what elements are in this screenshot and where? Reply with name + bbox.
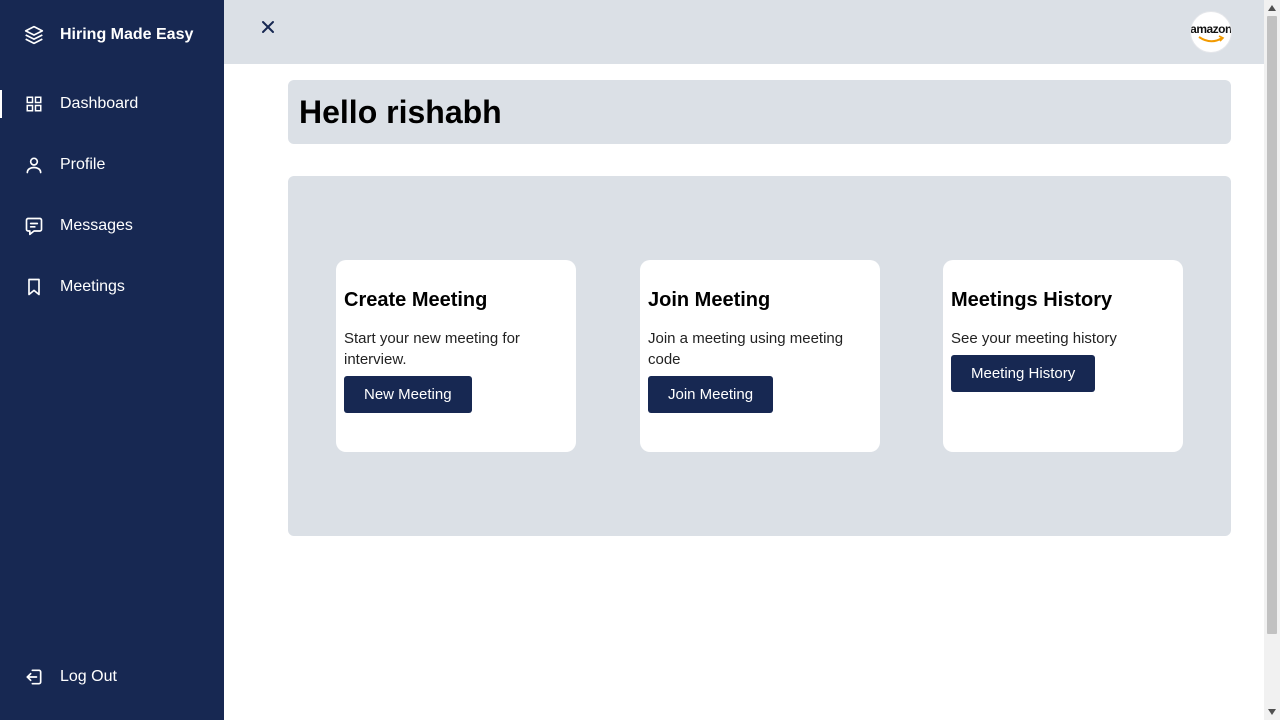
scroll-down-arrow-icon[interactable] xyxy=(1264,704,1280,720)
sidebar: Hiring Made Easy Dashboard Profile Messa… xyxy=(0,0,224,720)
card-title: Meetings History xyxy=(951,289,1113,311)
join-meeting-card: Join Meeting Join a meeting using meetin… xyxy=(640,260,880,452)
avatar[interactable]: amazon xyxy=(1190,11,1232,53)
scroll-thumb[interactable] xyxy=(1267,16,1277,634)
create-meeting-card: Create Meeting Start your new meeting fo… xyxy=(336,260,576,452)
sidebar-item-label: Messages xyxy=(60,217,133,234)
bookmark-icon xyxy=(24,277,44,297)
card-description: See your meeting history xyxy=(951,330,1117,347)
grid-icon xyxy=(24,94,44,114)
layers-icon xyxy=(24,25,44,45)
smile-arrow-icon xyxy=(1198,35,1225,43)
brand[interactable]: Hiring Made Easy xyxy=(24,22,193,48)
sidebar-item-messages[interactable]: Messages xyxy=(0,206,224,246)
close-icon xyxy=(261,20,275,39)
card-description: Join a meeting using meeting code xyxy=(648,330,844,368)
logout-button[interactable]: Log Out xyxy=(0,657,224,697)
sidebar-item-meetings[interactable]: Meetings xyxy=(0,267,224,307)
meeting-history-button[interactable]: Meeting History xyxy=(951,355,1096,392)
close-sidebar-button[interactable] xyxy=(258,19,278,39)
user-icon xyxy=(24,155,44,175)
sidebar-item-label: Meetings xyxy=(60,278,125,295)
sidebar-item-dashboard[interactable]: Dashboard xyxy=(0,84,224,124)
brand-name: Hiring Made Easy xyxy=(60,26,194,43)
sidebar-item-label: Profile xyxy=(60,156,106,173)
greeting-title: Hello rishabh xyxy=(299,93,502,130)
sidebar-item-profile[interactable]: Profile xyxy=(0,145,224,185)
avatar-logo-text: amazon xyxy=(1190,22,1232,36)
logout-icon xyxy=(24,667,44,687)
message-icon xyxy=(24,216,44,236)
scroll-up-arrow-icon[interactable] xyxy=(1264,0,1280,16)
scrollbar[interactable] xyxy=(1264,0,1280,720)
card-description: Start your new meeting for interview. xyxy=(344,330,520,368)
card-title: Join Meeting xyxy=(648,289,771,311)
meetings-history-card: Meetings History See your meeting histor… xyxy=(943,260,1183,452)
greeting-banner: Hello rishabh xyxy=(288,80,1231,144)
new-meeting-button[interactable]: New Meeting xyxy=(344,376,472,413)
logout-label: Log Out xyxy=(60,668,117,685)
top-bar: amazon xyxy=(224,0,1264,64)
meeting-actions-panel: Create Meeting Start your new meeting fo… xyxy=(288,176,1231,536)
card-title: Create Meeting xyxy=(344,289,488,311)
join-meeting-button[interactable]: Join Meeting xyxy=(648,376,774,413)
sidebar-item-label: Dashboard xyxy=(60,95,139,112)
